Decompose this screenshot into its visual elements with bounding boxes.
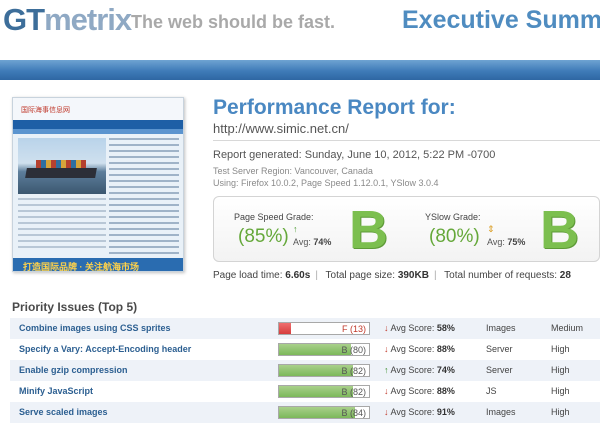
requests-label: Total number of requests: — [444, 270, 558, 281]
report-using: Using: Firefox 10.0.2, Page Speed 1.12.0… — [213, 178, 439, 188]
priority-row[interactable]: Specify a Vary: Accept-Encoding header B … — [10, 339, 600, 360]
score-bar: B (82) — [278, 364, 370, 377]
priority-row[interactable]: Serve scaled images B (84) ↓ Avg Score: 91… — [10, 402, 600, 423]
avg-score: ↓ Avg Score: 58% — [384, 323, 455, 333]
issue-type: JS — [486, 386, 497, 396]
priority-row[interactable]: Combine images using CSS sprites F (13) ↓ … — [10, 318, 600, 339]
pagespeed-grade-letter: B — [349, 200, 388, 260]
avg-score-value: 88% — [436, 344, 455, 354]
avg-score-label: Avg Score: — [390, 323, 435, 333]
thumb-banner: 打造国际品牌 · 关注航海市场 — [13, 258, 183, 272]
priority-row[interactable]: Enable gzip compression B (82) ↑ Avg Score… — [10, 360, 600, 381]
issue-name[interactable]: Specify a Vary: Accept-Encoding header — [19, 344, 191, 354]
report-title: Performance Report for: — [213, 96, 456, 119]
issue-grade: B (80) — [341, 345, 366, 355]
yslow-avg-value: 75% — [507, 237, 526, 247]
arrow-up-icon: ↑ — [293, 224, 298, 234]
pagespeed-avg: Avg: 74% — [293, 237, 331, 247]
avg-score: ↓ Avg Score: 91% — [384, 407, 455, 417]
load-time-label: Page load time: — [213, 270, 283, 281]
pagespeed-label: Page Speed Grade: — [234, 212, 314, 222]
yslow-label: YSlow Grade: — [425, 212, 481, 222]
thumb-nav-bar — [13, 120, 183, 129]
priority-row[interactable]: Minify JavaScript B (82) ↓ Avg Score: 88% J… — [10, 381, 600, 402]
pagespeed-avg-value: 74% — [313, 237, 332, 247]
load-time-value: 6.60s — [285, 270, 311, 281]
thumb-site-name: 国际海事信息网 — [21, 106, 70, 114]
issue-grade: B (82) — [341, 387, 366, 397]
pagespeed-trend: ↑ — [293, 224, 298, 234]
logo-gt-text: GT — [3, 2, 45, 37]
thumb-left-text — [18, 198, 106, 252]
avg-score: ↓ Avg Score: 88% — [384, 344, 455, 354]
report-generated: Report generated: Sunday, June 10, 2012,… — [213, 149, 496, 161]
issue-type: Images — [486, 323, 516, 333]
report-server-region: Test Server Region: Vancouver, Canada — [213, 166, 373, 176]
issue-name[interactable]: Minify JavaScript — [19, 386, 93, 396]
gtmetrix-logo[interactable]: GTmetrix — [3, 2, 132, 38]
yslow-grade-letter: B — [540, 200, 579, 260]
avg-score-label: Avg Score: — [390, 407, 435, 417]
logo-metrix-text: metrix — [44, 2, 132, 37]
issue-priority: High — [551, 386, 570, 396]
issue-grade: B (84) — [341, 408, 366, 418]
yslow-avg-label: Avg: — [487, 237, 505, 247]
site-screenshot-thumbnail: 国际海事信息网 打造国际品牌 · 关注航海市场 — [12, 97, 184, 272]
section-title: Executive Summa — [402, 6, 600, 34]
thumb-news-list — [109, 138, 179, 258]
score-bar: B (84) — [278, 406, 370, 419]
issue-type: Images — [486, 407, 516, 417]
issue-type: Server — [486, 365, 513, 375]
issue-grade: F (13) — [341, 324, 366, 334]
avg-score-label: Avg Score: — [390, 365, 435, 375]
yslow-trend: ⇕ — [487, 224, 495, 235]
requests-value: 28 — [559, 270, 571, 281]
tagline: The web should be fast. — [131, 12, 336, 32]
divider — [213, 140, 600, 141]
page-size-label: Total page size: — [325, 270, 396, 281]
issue-priority: High — [551, 365, 570, 375]
thumb-hull — [25, 168, 97, 178]
score-bar: B (82) — [278, 385, 370, 398]
issue-priority: High — [551, 407, 570, 417]
avg-score-label: Avg Score: — [390, 344, 435, 354]
grade-panel: Page Speed Grade: (85%) ↑ Avg: 74% B YSl… — [213, 196, 600, 262]
thumb-subnav-bar — [13, 129, 183, 134]
issue-name[interactable]: Serve scaled images — [19, 407, 108, 417]
issue-type: Server — [486, 344, 513, 354]
avg-score-value: 58% — [436, 323, 455, 333]
issue-name[interactable]: Combine images using CSS sprites — [19, 323, 171, 333]
yslow-avg: Avg: 75% — [487, 237, 525, 247]
avg-score-value: 88% — [436, 386, 455, 396]
issue-priority: Medium — [551, 323, 584, 333]
priority-issues-title: Priority Issues (Top 5) — [12, 300, 138, 314]
avg-score: ↑ Avg Score: 74% — [384, 365, 455, 375]
score-bar: B (80) — [278, 343, 370, 356]
avg-score-value: 91% — [436, 407, 455, 417]
issue-name[interactable]: Enable gzip compression — [19, 365, 128, 375]
pagespeed-percent: (85%) — [238, 226, 289, 247]
avg-score-value: 74% — [436, 365, 455, 375]
pagespeed-avg-label: Avg: — [293, 237, 311, 247]
thumb-ship-image — [18, 138, 106, 194]
score-bar: F (13) — [278, 322, 370, 335]
thumb-containers — [36, 160, 86, 168]
score-bar-fill — [279, 344, 351, 355]
arrow-updown-icon: ⇕ — [487, 224, 495, 234]
avg-score: ↓ Avg Score: 88% — [384, 386, 455, 396]
thumb-banner-text: 打造国际品牌 · 关注航海市场 — [23, 262, 139, 272]
page-header: GTmetrix The web should be fast. Executi… — [0, 0, 600, 60]
thumb-header: 国际海事信息网 — [13, 98, 183, 120]
issue-grade: B (82) — [341, 366, 366, 376]
yslow-percent: (80%) — [429, 226, 480, 247]
score-bar-fill — [279, 323, 291, 334]
page-size-value: 390KB — [397, 270, 429, 281]
avg-score-label: Avg Score: — [390, 386, 435, 396]
issue-priority: High — [551, 344, 570, 354]
header-band — [0, 60, 600, 80]
report-url[interactable]: http://www.simic.net.cn/ — [213, 121, 349, 136]
page-stats: Page load time: 6.60s | Total page size: … — [213, 270, 571, 281]
